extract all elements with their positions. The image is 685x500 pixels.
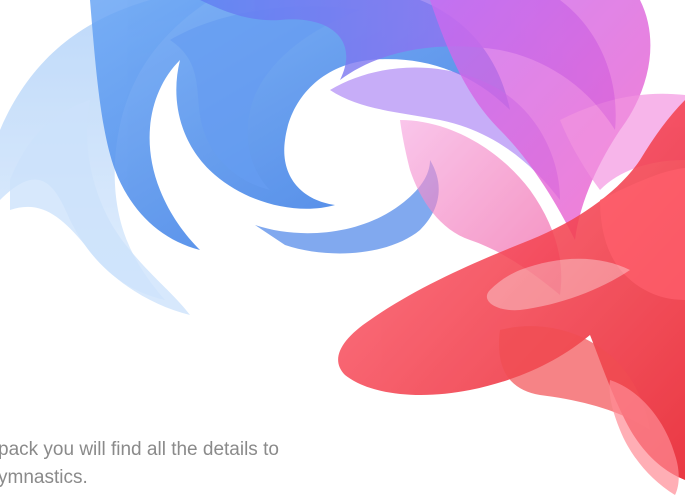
caption-line-2: ymnastics. (0, 467, 88, 488)
caption-line-1: pack you will find all the details to (0, 439, 279, 460)
caption-text: pack you will find all the details to ym… (0, 436, 658, 492)
page: pack you will find all the details to ym… (0, 0, 685, 500)
ribbon-artwork (0, 0, 685, 495)
